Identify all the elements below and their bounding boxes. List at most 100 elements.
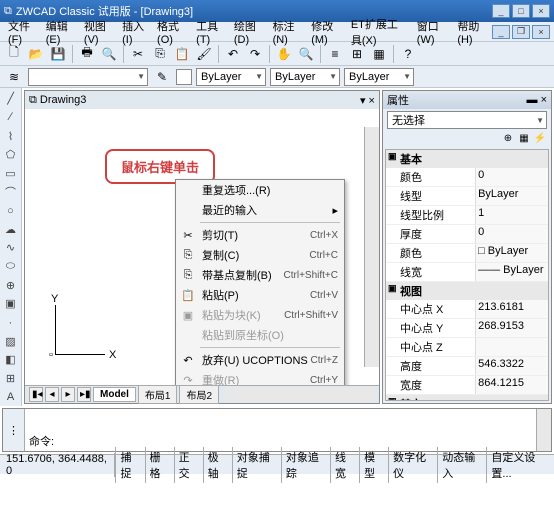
close-button[interactable]: ×	[532, 4, 550, 18]
help-icon[interactable]: ?	[398, 44, 418, 64]
redo-icon[interactable]: ↷	[245, 44, 265, 64]
pickadd-icon[interactable]: ⊕	[501, 131, 515, 145]
minimize-button[interactable]: _	[492, 4, 510, 18]
undo-icon[interactable]: ↶	[223, 44, 243, 64]
selection-dropdown[interactable]: 无选择	[387, 111, 547, 129]
status-osnap[interactable]: 对象捕捉	[232, 447, 281, 483]
polygon-icon[interactable]: ⬠	[2, 146, 20, 164]
save-icon[interactable]: 💾	[48, 44, 68, 64]
lineweight-dropdown[interactable]: ByLayer	[344, 68, 414, 86]
revcloud-icon[interactable]: ☁	[2, 220, 20, 238]
tab-model[interactable]: Model	[93, 387, 136, 402]
tab-next-icon[interactable]: ▸	[61, 387, 75, 402]
command-input[interactable]: 命令:	[25, 409, 536, 451]
ctx-paste[interactable]: 📋粘贴(P)Ctrl+V	[176, 285, 344, 305]
category-other[interactable]: 其它	[386, 395, 548, 401]
ucs-x-label: X	[109, 349, 116, 361]
status-snap[interactable]: 捕捉	[115, 447, 144, 483]
xline-icon[interactable]: ∕	[2, 109, 20, 127]
category-basic[interactable]: 基本	[386, 150, 548, 168]
status-customize[interactable]: 自定义设置...	[486, 447, 554, 483]
coordinates: 151.6706, 364.4488, 0	[0, 453, 115, 477]
properties-toolbar: ≋ ✎ ByLayer ByLayer ByLayer	[0, 66, 554, 88]
cut-icon[interactable]: ✂	[128, 44, 148, 64]
color-swatch[interactable]	[176, 69, 192, 85]
tab-first-icon[interactable]: ▮◂	[29, 387, 43, 402]
status-model[interactable]: 模型	[359, 447, 388, 483]
drawing-canvas[interactable]: 鼠标右键单击 Y X ▫ 重复选项...(R) 最近的输入 ✂剪切(T)Ctrl…	[25, 109, 379, 385]
drawing-window: ⧉ Drawing3 ▾ × 鼠标右键单击 Y X ▫ 重复选项...(R) 最…	[24, 90, 380, 404]
horizontal-scrollbar[interactable]	[225, 387, 375, 402]
properties-panel: 属性 ▬ × 无选择 ⊕ ▦ ⚡ 基本 颜色0 线型ByLayer 线型比例1 …	[382, 90, 552, 404]
circle-icon[interactable]: ○	[2, 202, 20, 220]
maximize-button[interactable]: □	[512, 4, 530, 18]
doc-restore-button[interactable]: ❐	[512, 25, 530, 39]
ctx-copy-base[interactable]: ⎘带基点复制(B)Ctrl+Shift+C	[176, 265, 344, 285]
doc-tab-close-icon[interactable]: ▾ ×	[360, 94, 375, 107]
ucs-origin-icon: ▫	[49, 349, 53, 361]
layer-dropdown[interactable]	[28, 68, 148, 86]
rect-icon[interactable]: ▭	[2, 165, 20, 183]
text-icon[interactable]: A	[2, 388, 20, 406]
color-dropdown[interactable]: ByLayer	[196, 68, 266, 86]
properties-icon[interactable]: ≡	[325, 44, 345, 64]
doc-close-button[interactable]: ×	[532, 25, 550, 39]
status-grid[interactable]: 栅格	[145, 447, 174, 483]
tab-last-icon[interactable]: ▸▮	[77, 387, 91, 402]
ctx-undo[interactable]: ↶放弃(U) UCOPTIONSCtrl+Z	[176, 350, 344, 370]
spline-icon[interactable]: ∿	[2, 239, 20, 257]
match-icon[interactable]: 🖌	[194, 44, 214, 64]
open-icon[interactable]: 📂	[26, 44, 46, 64]
arc-icon[interactable]: ⌒	[2, 183, 20, 201]
tab-prev-icon[interactable]: ◂	[45, 387, 59, 402]
pline-icon[interactable]: ⌇	[2, 127, 20, 145]
ellipse-icon[interactable]: ⬭	[2, 258, 20, 276]
doc-tab-label: Drawing3	[40, 94, 86, 106]
status-dyn[interactable]: 动态输入	[437, 447, 486, 483]
preview-icon[interactable]: 🔍	[99, 44, 119, 64]
property-grid[interactable]: 基本 颜色0 线型ByLayer 线型比例1 厚度0 颜色□ ByLayer 线…	[385, 149, 549, 401]
document-tab[interactable]: ⧉ Drawing3 ▾ ×	[25, 91, 379, 109]
ctx-recent-input[interactable]: 最近的输入	[176, 200, 344, 220]
qselect-icon[interactable]: ⚡	[533, 131, 547, 145]
insert-icon[interactable]: ⊕	[2, 276, 20, 294]
linetype-dropdown[interactable]: ByLayer	[270, 68, 340, 86]
menu-help[interactable]: 帮助(H)	[453, 16, 490, 48]
copy-icon[interactable]: ⎘	[150, 44, 170, 64]
pan-icon[interactable]: ✋	[274, 44, 294, 64]
panel-close-icon[interactable]: ▬ ×	[527, 94, 547, 106]
command-handle[interactable]: ⋮	[3, 409, 25, 451]
draw-toolbar: ╱ ∕ ⌇ ⬠ ▭ ⌒ ○ ☁ ∿ ⬭ ⊕ ▣ · ▨ ◧ ⊞ A	[0, 88, 22, 406]
toolpalettes-icon[interactable]: ▦	[369, 44, 389, 64]
status-polar[interactable]: 极轴	[203, 447, 232, 483]
select-icon[interactable]: ▦	[517, 131, 531, 145]
table-icon[interactable]: ⊞	[2, 370, 20, 388]
zoom-icon[interactable]: 🔍	[296, 44, 316, 64]
line-icon[interactable]: ╱	[2, 90, 20, 108]
paste-icon[interactable]: 📋	[172, 44, 192, 64]
new-icon[interactable]: 🗋	[4, 44, 24, 64]
menu-window[interactable]: 窗口(W)	[413, 16, 452, 48]
tab-layout1[interactable]: 布局1	[138, 385, 178, 404]
layer-icon[interactable]: ≋	[4, 67, 24, 87]
region-icon[interactable]: ◧	[2, 351, 20, 369]
command-scrollbar[interactable]	[536, 409, 551, 451]
print-icon[interactable]: 🖶	[77, 44, 97, 64]
vertical-scrollbar[interactable]	[364, 127, 379, 367]
point-icon[interactable]: ·	[2, 314, 20, 332]
ctx-repeat[interactable]: 重复选项...(R)	[176, 180, 344, 200]
category-view[interactable]: 视图	[386, 282, 548, 300]
status-tablet[interactable]: 数字化仪	[388, 447, 437, 483]
ctx-cut[interactable]: ✂剪切(T)Ctrl+X	[176, 225, 344, 245]
status-lwt[interactable]: 线宽	[330, 447, 359, 483]
block-icon[interactable]: ▣	[2, 295, 20, 313]
status-otrack[interactable]: 对象追踪	[281, 447, 330, 483]
ctx-copy[interactable]: ⎘复制(C)Ctrl+C	[176, 245, 344, 265]
status-ortho[interactable]: 正交	[174, 447, 203, 483]
hatch-icon[interactable]: ▨	[2, 332, 20, 350]
tab-layout2[interactable]: 布局2	[179, 385, 219, 404]
scissors-icon: ✂	[180, 229, 196, 242]
doc-minimize-button[interactable]: _	[492, 25, 510, 39]
designcenter-icon[interactable]: ⊞	[347, 44, 367, 64]
layer-state-icon[interactable]: ✎	[152, 67, 172, 87]
